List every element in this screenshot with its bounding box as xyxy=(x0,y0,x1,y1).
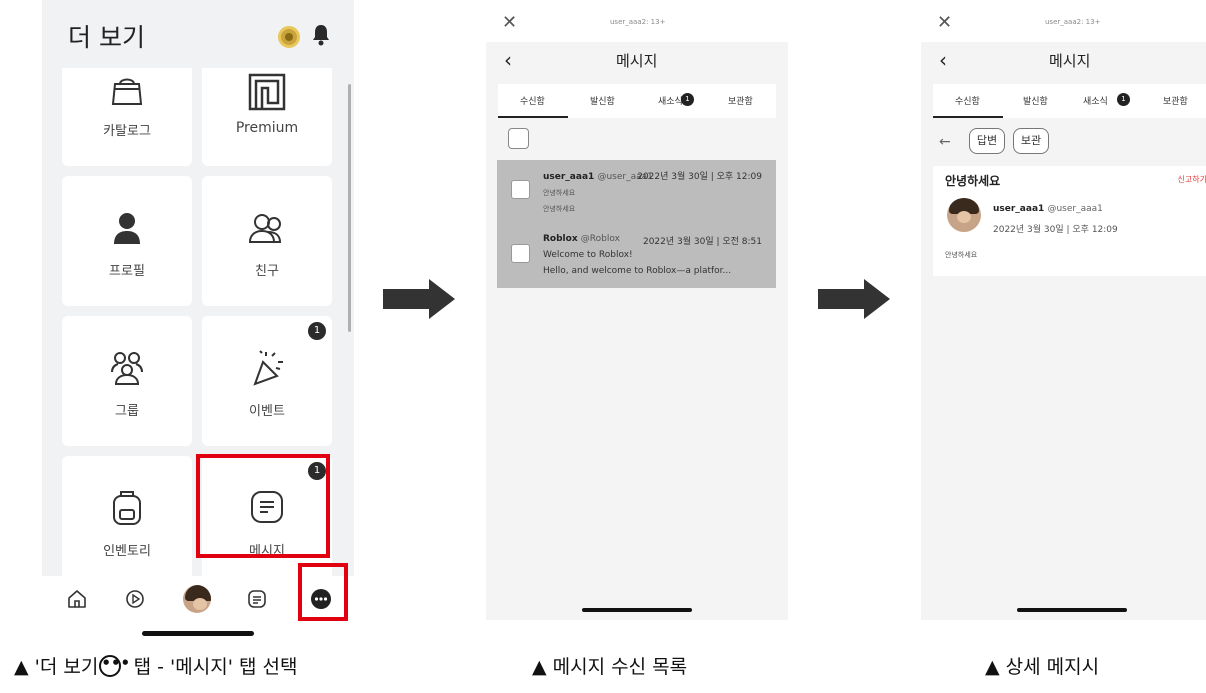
tile-label: 인벤토리 xyxy=(103,544,151,559)
party-popper-icon xyxy=(253,350,283,386)
more-screen: 더 보기 카탈로그 Premium 프로필 친구 그룹 이벤트 1 인벤토리 메… xyxy=(42,0,354,645)
notification-badge: 1 xyxy=(1117,93,1130,106)
caption-text: ▲ '더 보기 xyxy=(14,656,99,678)
tab-underline xyxy=(498,116,568,118)
groups-icon xyxy=(111,352,143,385)
message-date: 2022년 3월 30일 | 오후 12:09 xyxy=(637,172,762,182)
sender: user_aaa1 @user_aaa1 xyxy=(993,204,1103,214)
tile-premium[interactable]: Premium xyxy=(202,68,332,166)
nav-home[interactable] xyxy=(62,584,92,614)
close-icon[interactable]: ✕ xyxy=(937,12,952,33)
nav-chat[interactable] xyxy=(242,584,272,614)
tile-friends[interactable]: 친구 xyxy=(202,176,332,306)
sender: Roblox @Roblox xyxy=(543,234,620,244)
caption-more-tab: ▲ '더 보기 •••' 탭 - '메시지' 탭 선택 xyxy=(14,652,297,679)
tab-news[interactable]: 새소식 xyxy=(658,94,683,107)
tile-catalog[interactable]: 카탈로그 xyxy=(62,68,192,166)
close-icon[interactable]: ✕ xyxy=(502,12,517,33)
message-body: 안녕하세요 xyxy=(945,251,978,259)
highlight-messages-tile xyxy=(196,454,330,558)
message-subject: 안녕하세요 xyxy=(945,174,1001,188)
message-tabs: 수신함 발신함 새소식 1 보관함 xyxy=(933,84,1206,118)
top-strip: ✕ user_aaa2: 13+ xyxy=(486,0,788,42)
messages-list-screen: ✕ user_aaa2: 13+ ‹ 메시지 수신함 발신함 새소식 1 보관함… xyxy=(486,0,788,620)
avatar xyxy=(183,585,211,613)
tile-inventory[interactable]: 인벤토리 xyxy=(62,456,192,576)
notification-badge: 1 xyxy=(681,93,694,106)
backpack-icon xyxy=(113,491,141,525)
message-list: user_aaa1 @user_aaa1 2022년 3월 30일 | 오후 1… xyxy=(497,160,776,288)
tab-inbox[interactable]: 수신함 xyxy=(520,94,545,107)
tab-sent[interactable]: 발신함 xyxy=(1023,94,1048,107)
home-indicator xyxy=(1017,608,1127,612)
home-icon xyxy=(68,590,86,608)
caption-text: ' 탭 - '메시지' 탭 선택 xyxy=(122,656,298,678)
tab-archive[interactable]: 보관함 xyxy=(1163,94,1188,107)
message-subject: Welcome to Roblox! xyxy=(543,250,633,260)
profile-icon xyxy=(114,213,140,244)
message-tabs: 수신함 발신함 새소식 1 보관함 xyxy=(498,84,776,118)
reply-button[interactable]: 답변 xyxy=(969,128,1005,154)
message-detail-screen: ✕ user_aaa2: 13+ ‹ 메시지 수신함 발신함 새소식 1 보관함… xyxy=(921,0,1206,620)
shopping-bag-icon xyxy=(111,78,143,105)
row-checkbox[interactable] xyxy=(511,180,530,199)
account-label: user_aaa2: 13+ xyxy=(1045,18,1101,26)
tab-inbox[interactable]: 수신함 xyxy=(955,94,980,107)
message-preview: 안녕하세요 xyxy=(543,205,576,213)
robux-icon[interactable] xyxy=(278,26,300,48)
page-title: 메시지 xyxy=(1049,52,1091,70)
nav-discover[interactable] xyxy=(120,584,150,614)
tab-archive[interactable]: 보관함 xyxy=(728,94,753,107)
play-icon xyxy=(126,590,144,608)
more-header: 더 보기 xyxy=(42,0,354,68)
list-item[interactable]: user_aaa1 @user_aaa1 2022년 3월 30일 | 오후 1… xyxy=(497,160,776,224)
row-checkbox[interactable] xyxy=(511,244,530,263)
tile-label: 프로필 xyxy=(109,264,145,279)
top-strip: ✕ user_aaa2: 13+ xyxy=(921,0,1206,42)
tile-label: 그룹 xyxy=(115,404,139,419)
tile-label: 이벤트 xyxy=(249,404,285,419)
home-indicator xyxy=(142,631,254,636)
tile-label: Premium xyxy=(235,120,299,136)
home-indicator xyxy=(582,608,692,612)
tile-label: 카탈로그 xyxy=(103,124,151,139)
more-icon: ••• xyxy=(99,654,130,677)
archive-button[interactable]: 보관 xyxy=(1013,128,1049,154)
scrollbar[interactable] xyxy=(348,84,351,332)
page-title: 더 보기 xyxy=(68,23,145,52)
tab-underline xyxy=(933,116,1003,118)
bell-icon[interactable] xyxy=(310,22,332,48)
list-item[interactable]: Roblox @Roblox 2022년 3월 30일 | 오전 8:51 We… xyxy=(497,224,776,288)
premium-icon xyxy=(248,73,286,111)
message-preview: Hello, and welcome to Roblox—a platfor..… xyxy=(543,266,732,276)
caption-message-detail: ▲ 상세 메지시 xyxy=(985,656,1100,678)
tile-label: 친구 xyxy=(255,264,279,279)
back-chevron-icon[interactable]: ‹ xyxy=(504,48,512,72)
message-card: 안녕하세요 신고하기 user_aaa1 @user_aaa1 2022년 3월… xyxy=(933,166,1206,276)
tile-events[interactable]: 이벤트 1 xyxy=(202,316,332,446)
tab-sent[interactable]: 발신함 xyxy=(590,94,615,107)
highlight-more-tab xyxy=(298,563,348,621)
account-label: user_aaa2: 13+ xyxy=(610,18,666,26)
nav-avatar[interactable] xyxy=(182,584,212,614)
avatar[interactable] xyxy=(947,198,981,232)
select-all-checkbox[interactable] xyxy=(508,128,529,149)
tile-profile[interactable]: 프로필 xyxy=(62,176,192,306)
message-subject: 안녕하세요 xyxy=(543,189,576,197)
back-chevron-icon[interactable]: ‹ xyxy=(939,48,947,72)
chat-icon xyxy=(248,590,266,608)
back-arrow-icon[interactable]: ← xyxy=(939,134,951,150)
tab-news[interactable]: 새소식 xyxy=(1083,94,1108,107)
message-date: 2022년 3월 30일 | 오후 12:09 xyxy=(993,225,1118,235)
tile-groups[interactable]: 그룹 xyxy=(62,316,192,446)
notification-badge: 1 xyxy=(308,322,326,340)
arrow-right-icon xyxy=(383,279,455,319)
caption-message-list: ▲ 메시지 수신 목록 xyxy=(532,656,688,678)
page-title: 메시지 xyxy=(616,52,658,70)
friends-icon xyxy=(248,214,282,243)
report-link[interactable]: 신고하기 xyxy=(1178,174,1206,185)
arrow-right-icon xyxy=(818,279,890,319)
message-date: 2022년 3월 30일 | 오전 8:51 xyxy=(642,237,762,247)
